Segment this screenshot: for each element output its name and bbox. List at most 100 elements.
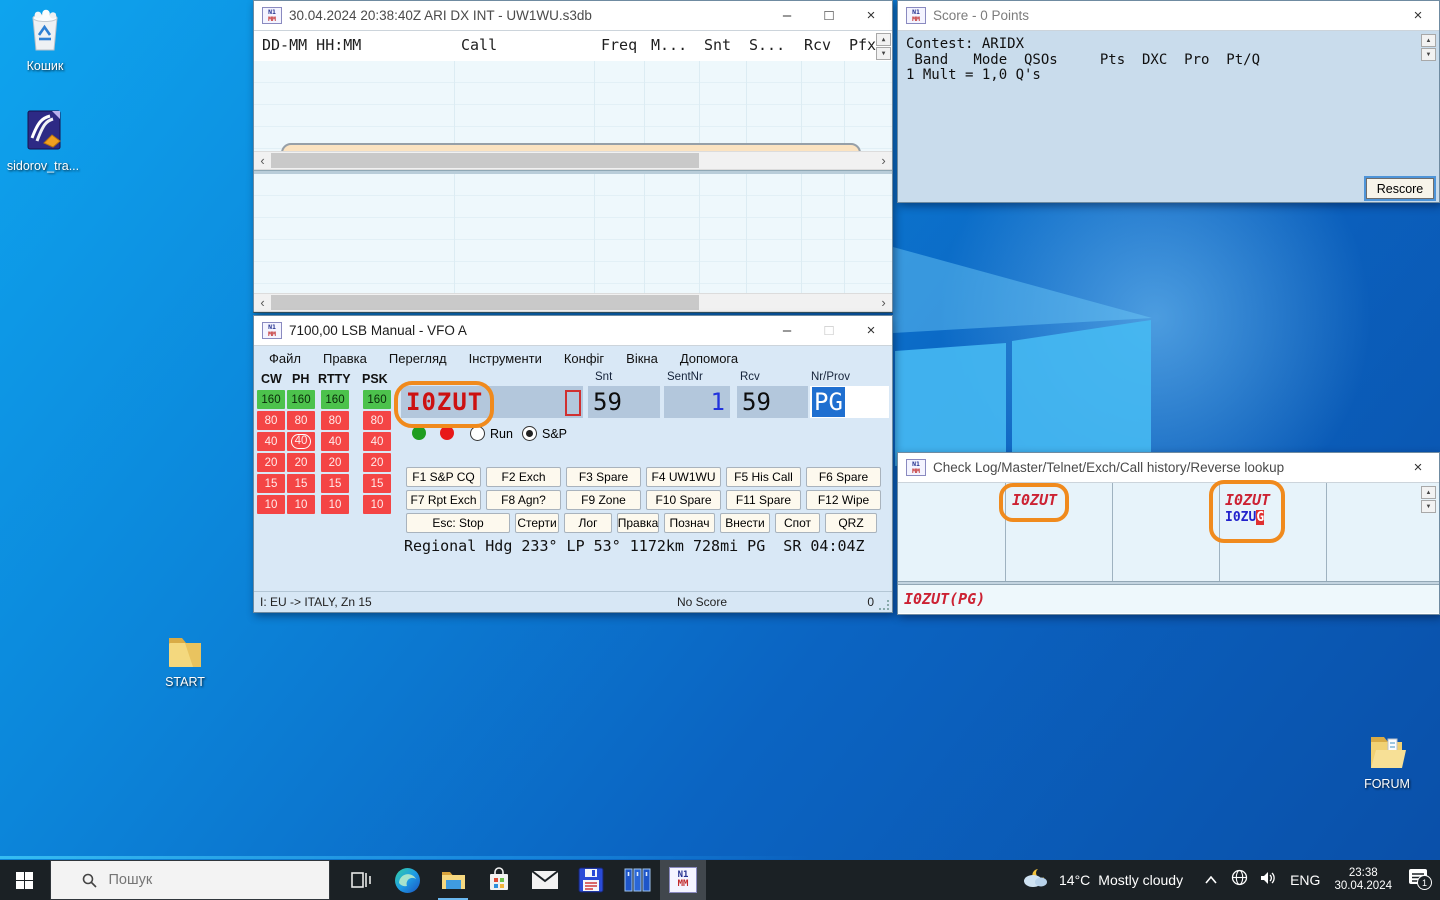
archive-app-button[interactable] <box>614 860 660 900</box>
log-column-header[interactable]: Snt <box>704 36 731 54</box>
sp-radio[interactable]: S&P <box>522 426 567 441</box>
log-header-spinner[interactable]: ▲▼ <box>876 33 891 60</box>
tray-clock[interactable]: 23:38 30.04.2024 <box>1334 867 1392 893</box>
tray-language[interactable]: ENG <box>1290 872 1320 888</box>
band-button[interactable]: 80 <box>363 411 391 430</box>
band-button[interactable]: 40 <box>321 432 349 451</box>
log-column-header[interactable]: Rcv <box>804 36 831 54</box>
desktop-icon-recycle-bin[interactable]: Кошик <box>2 8 88 73</box>
menu-edit[interactable]: Правка <box>323 351 367 366</box>
f12-button[interactable]: F12 Wipe <box>806 490 881 510</box>
store-button[interactable] <box>476 860 522 900</box>
band-button[interactable]: 160 <box>257 390 285 409</box>
f7-button[interactable]: F7 Rpt Exch <box>406 490 481 510</box>
floppy-app-button[interactable] <box>568 860 614 900</box>
n1mm-taskbar-button[interactable]: N1MM <box>660 860 706 900</box>
log-column-header[interactable]: Pfx <box>849 36 876 54</box>
menu-windows[interactable]: Вікна <box>626 351 658 366</box>
log-column-header[interactable]: S... <box>749 36 785 54</box>
entry-window-titlebar[interactable]: N1MM 7100,00 LSB Manual - VFO A – □ × <box>254 316 892 346</box>
band-button[interactable]: 15 <box>287 474 315 493</box>
log-column-header[interactable]: Call <box>461 36 497 54</box>
f9-button[interactable]: F9 Zone <box>566 490 641 510</box>
start-button[interactable] <box>0 860 48 900</box>
band-button[interactable]: 15 <box>321 474 349 493</box>
band-button[interactable]: 40 <box>257 432 285 451</box>
store-button[interactable]: Внести <box>720 513 770 533</box>
taskbar-search[interactable] <box>50 860 330 900</box>
rescore-button[interactable]: Rescore <box>1366 178 1434 199</box>
score-spinner[interactable]: ▲▼ <box>1421 34 1436 61</box>
scroll-right-arrow[interactable]: › <box>875 152 892 169</box>
menu-tools[interactable]: Інструменти <box>469 351 542 366</box>
wipe-button[interactable]: Стерти <box>515 513 559 533</box>
f4-button[interactable]: F4 UW1WU <box>646 467 721 487</box>
menu-config[interactable]: Конфіг <box>564 351 604 366</box>
menu-help[interactable]: Допомога <box>680 351 738 366</box>
menu-file[interactable]: Файл <box>269 351 301 366</box>
maximize-button[interactable]: □ <box>808 316 850 345</box>
band-button[interactable]: 15 <box>257 474 285 493</box>
band-button[interactable]: 160 <box>287 390 315 409</box>
log-horizontal-scrollbar-2[interactable]: ‹ › <box>254 293 892 312</box>
notification-center-button[interactable]: 1 <box>1408 868 1428 892</box>
volume-icon[interactable] <box>1260 870 1278 891</box>
tray-chevron-icon[interactable] <box>1205 871 1217 889</box>
log-window-titlebar[interactable]: N1MM 30.04.2024 20:38:40Z ARI DX INT - U… <box>254 1 892 31</box>
f5-button[interactable]: F5 His Call <box>726 467 801 487</box>
band-button[interactable]: 10 <box>321 495 349 514</box>
band-button[interactable]: 80 <box>257 411 285 430</box>
f2-button[interactable]: F2 Exch <box>486 467 561 487</box>
scroll-left-arrow[interactable]: ‹ <box>254 294 271 311</box>
band-button[interactable]: 20 <box>287 453 315 472</box>
mail-button[interactable] <box>522 860 568 900</box>
log-horizontal-scrollbar[interactable]: ‹ › <box>254 151 892 170</box>
desktop-icon-sidorov-file[interactable]: sidorov_tra... <box>0 108 86 173</box>
desktop-icon-forum-folder[interactable]: FORUM <box>1344 730 1430 791</box>
scrollbar-thumb[interactable] <box>271 153 699 168</box>
desktop-icon-start-folder[interactable]: START <box>142 630 228 689</box>
band-button[interactable]: 10 <box>363 495 391 514</box>
band-button[interactable]: 15 <box>363 474 391 493</box>
band-button[interactable]: 160 <box>363 390 391 409</box>
edit-button[interactable]: Правка <box>617 513 659 533</box>
band-button[interactable]: 10 <box>287 495 315 514</box>
log-column-header[interactable]: DD-MM HH:MM <box>262 36 361 54</box>
mark-button[interactable]: Познач <box>664 513 715 533</box>
score-window-titlebar[interactable]: N1MM Score - 0 Points × <box>898 1 1439 31</box>
network-globe-icon[interactable] <box>1231 869 1248 891</box>
f11-button[interactable]: F11 Spare <box>726 490 801 510</box>
close-button[interactable]: × <box>1397 1 1439 30</box>
file-explorer-button[interactable] <box>430 860 476 900</box>
edge-button[interactable] <box>384 860 430 900</box>
tray-weather-text[interactable]: Mostly cloudy <box>1098 872 1183 888</box>
close-button[interactable]: × <box>850 316 892 345</box>
scroll-left-arrow[interactable]: ‹ <box>254 152 271 169</box>
menu-view[interactable]: Перегляд <box>389 351 447 366</box>
minimize-button[interactable]: – <box>766 316 808 345</box>
f6-button[interactable]: F6 Spare <box>806 467 881 487</box>
scrollbar-thumb[interactable] <box>271 295 699 310</box>
rcv-field[interactable]: 59 <box>737 386 808 418</box>
band-button[interactable]: 40 <box>363 432 391 451</box>
band-button[interactable]: 80 <box>321 411 349 430</box>
maximize-button[interactable]: □ <box>808 1 850 30</box>
band-button[interactable]: 10 <box>257 495 285 514</box>
close-button[interactable]: × <box>850 1 892 30</box>
sentnr-field[interactable]: 1 <box>664 386 730 418</box>
close-button[interactable]: × <box>1397 453 1439 482</box>
scroll-right-arrow[interactable]: › <box>875 294 892 311</box>
snt-field[interactable]: 59 <box>588 386 660 418</box>
band-button[interactable]: 20 <box>321 453 349 472</box>
qrz-button[interactable]: QRZ <box>825 513 877 533</box>
log-column-header[interactable]: Freq <box>601 36 637 54</box>
band-button-selected[interactable]: 40 <box>287 432 315 451</box>
f10-button[interactable]: F10 Spare <box>646 490 721 510</box>
f1-button[interactable]: F1 S&P CQ <box>406 467 481 487</box>
tray-temperature[interactable]: 14°C <box>1059 872 1090 888</box>
band-button[interactable]: 20 <box>363 453 391 472</box>
task-view-button[interactable] <box>338 860 384 900</box>
band-button[interactable]: 160 <box>321 390 349 409</box>
f8-button[interactable]: F8 Agn? <box>486 490 561 510</box>
minimize-button[interactable]: – <box>766 1 808 30</box>
